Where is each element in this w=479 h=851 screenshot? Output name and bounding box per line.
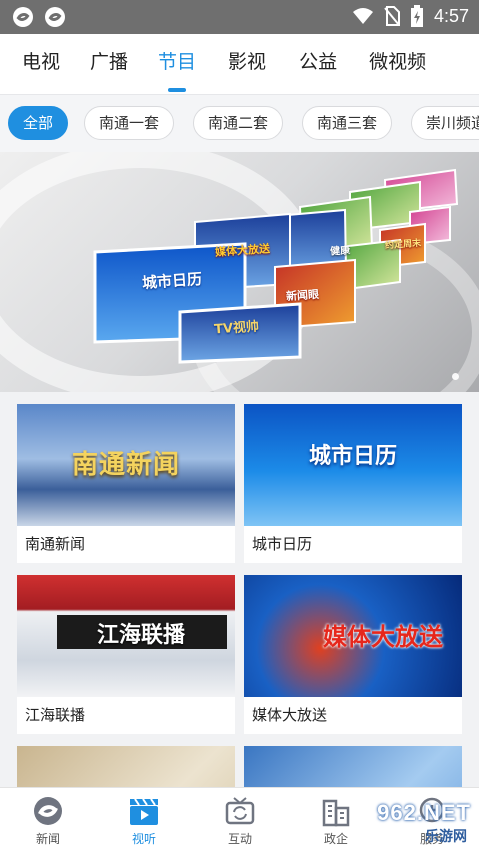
- banner-thumb-label: 约定周末: [384, 238, 422, 252]
- program-thumbnail: 南通新闻: [17, 404, 235, 526]
- program-card[interactable]: 南通新闻 南通新闻: [17, 404, 235, 563]
- watermark-subtext: 乐游网: [425, 829, 467, 845]
- banner-thumb-label: 健康: [329, 245, 351, 258]
- banner-thumb-label: 新闻眼: [285, 287, 320, 304]
- program-card[interactable]: 江海联播 江海联播: [17, 575, 235, 734]
- program-card[interactable]: 媒体大放送 媒体大放送: [244, 575, 462, 734]
- nav-news[interactable]: 新闻: [0, 788, 96, 851]
- clapperboard-icon: [130, 798, 158, 825]
- program-thumbnail: 城市日历: [244, 404, 462, 526]
- tab-radio[interactable]: 广播: [90, 34, 128, 94]
- thumbnail-title-art: 南通新闻: [71, 450, 180, 480]
- channel-filter-bar: 全部 南通一套 南通二套 南通三套 崇川频道: [0, 94, 479, 152]
- news-logo-icon: [34, 797, 62, 825]
- tab-tv[interactable]: 电视: [22, 34, 60, 94]
- nav-audio-visual[interactable]: 视听: [96, 788, 192, 851]
- tab-public-welfare[interactable]: 公益: [299, 34, 337, 94]
- site-watermark: 962.NET 乐游网: [341, 800, 471, 846]
- chip-chongchuan[interactable]: 崇川频道: [411, 106, 479, 140]
- banner-thumb-label: 城市日历: [141, 269, 203, 293]
- nav-label: 视听: [131, 832, 156, 846]
- chip-nantong-3[interactable]: 南通三套: [302, 106, 393, 140]
- program-title: 城市日历: [252, 535, 313, 553]
- nav-label: 互动: [227, 832, 252, 846]
- thumbnail-title-art: 城市日历: [308, 444, 397, 469]
- nav-label: 新闻: [35, 832, 60, 846]
- app-notification-icon: [44, 6, 66, 28]
- tab-films[interactable]: 影视: [228, 34, 266, 94]
- featured-banner[interactable]: 城市日历 TV视帅 媒体大放送 新闻眼 健康 约定周末: [0, 152, 479, 392]
- program-title: 媒体大放送: [252, 706, 328, 724]
- program-title: 江海联播: [25, 706, 86, 724]
- status-time: 4:57: [433, 5, 469, 26]
- chip-all[interactable]: 全部: [8, 106, 69, 140]
- banner-page-indicator[interactable]: [452, 373, 459, 380]
- chip-nantong-2[interactable]: 南通二套: [193, 106, 284, 140]
- watermark-text: 962.NET: [377, 800, 471, 825]
- banner-collage-image: [93, 168, 459, 364]
- thumbnail-title-art: 媒体大放送: [323, 623, 443, 651]
- app-notification-icon: [12, 6, 34, 28]
- program-title: 南通新闻: [25, 535, 86, 553]
- wifi-icon: [352, 7, 374, 25]
- tab-programs[interactable]: 节目: [158, 34, 196, 94]
- status-bar: 4:57: [0, 0, 479, 34]
- tv-interact-icon: [225, 797, 255, 825]
- banner-thumb-label: TV视帅: [213, 319, 260, 338]
- nav-interact[interactable]: 互动: [192, 788, 288, 851]
- top-tab-bar: 电视 广播 节目 影视 公益 微视频: [0, 34, 479, 94]
- battery-charging-icon: [410, 5, 424, 27]
- program-thumbnail: 江海联播: [17, 575, 235, 697]
- thumbnail-title-art: 江海联播: [96, 623, 185, 648]
- chip-nantong-1[interactable]: 南通一套: [84, 106, 175, 140]
- program-card[interactable]: 城市日历 城市日历: [244, 404, 462, 563]
- no-sim-icon: [384, 6, 400, 26]
- program-thumbnail: 媒体大放送: [244, 575, 462, 697]
- tab-micro-video[interactable]: 微视频: [369, 34, 426, 94]
